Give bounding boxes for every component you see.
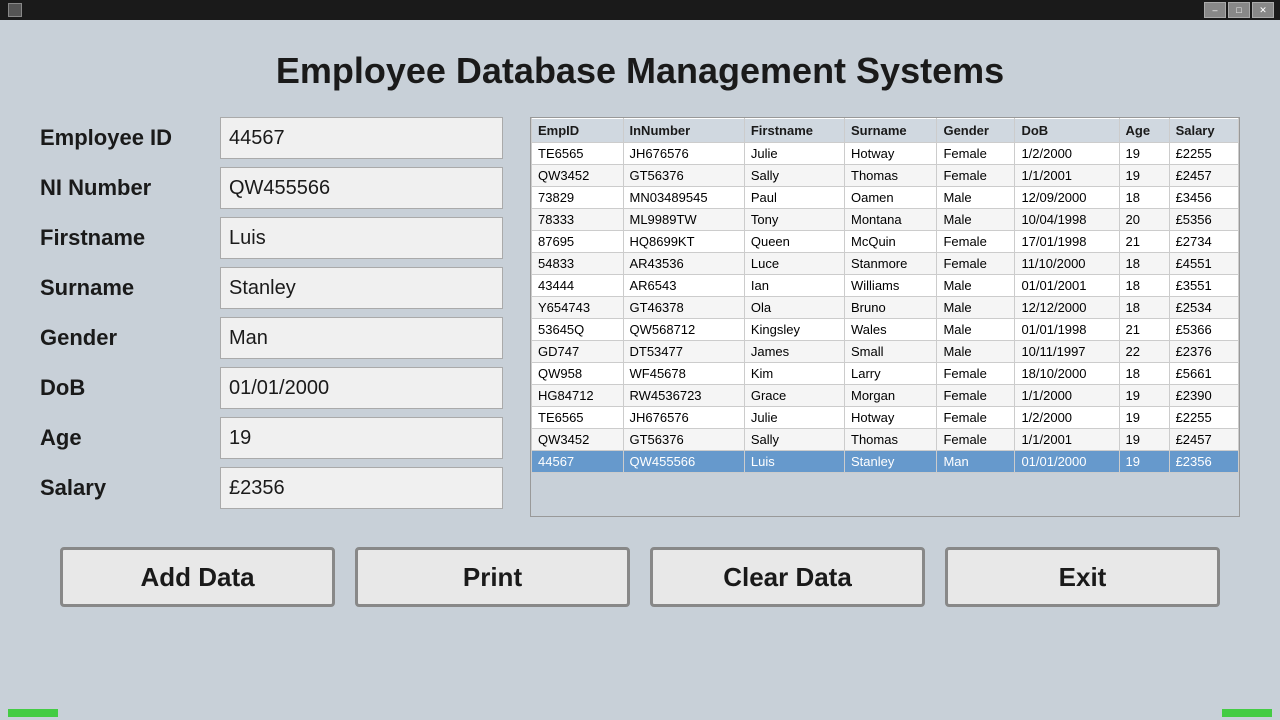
table-row[interactable]: 53645QQW568712KingsleyWalesMale01/01/199… xyxy=(532,319,1239,341)
exit-button[interactable]: Exit xyxy=(945,547,1220,607)
table-header-empid: EmpID xyxy=(532,118,624,142)
close-button[interactable]: ✕ xyxy=(1252,2,1274,18)
ni-number-row: NI Number xyxy=(40,167,500,209)
table-header-gender: Gender xyxy=(937,118,1015,142)
title-bar: – □ ✕ xyxy=(0,0,1280,20)
dob-label: DoB xyxy=(40,375,220,401)
table-row[interactable]: 54833AR43536LuceStanmoreFemale11/10/2000… xyxy=(532,253,1239,275)
firstname-label: Firstname xyxy=(40,225,220,251)
table-row[interactable]: 43444AR6543IanWilliamsMale01/01/200118£3… xyxy=(532,275,1239,297)
salary-row: Salary xyxy=(40,467,500,509)
window-controls[interactable]: – □ ✕ xyxy=(1204,2,1274,18)
dob-row: DoB xyxy=(40,367,500,409)
table-header-surname: Surname xyxy=(845,118,937,142)
surname-input[interactable] xyxy=(220,267,503,309)
table-row[interactable]: QW3452GT56376SallyThomasFemale1/1/200119… xyxy=(532,429,1239,451)
employee-id-input[interactable] xyxy=(220,117,503,159)
table-header-firstname: Firstname xyxy=(744,118,844,142)
age-label: Age xyxy=(40,425,220,451)
table-row[interactable]: TE6565JH676576JulieHotwayFemale1/2/20001… xyxy=(532,143,1239,165)
firstname-input[interactable] xyxy=(220,217,503,259)
salary-input[interactable] xyxy=(220,467,503,509)
table-row[interactable]: 44567QW455566LuisStanleyMan01/01/200019£… xyxy=(532,451,1239,473)
bottom-accent-right xyxy=(1222,709,1272,717)
print-button[interactable]: Print xyxy=(355,547,630,607)
add-data-button[interactable]: Add Data xyxy=(60,547,335,607)
table-header-dob: DoB xyxy=(1015,118,1119,142)
gender-label: Gender xyxy=(40,325,220,351)
surname-label: Surname xyxy=(40,275,220,301)
table-row[interactable]: HG84712RW4536723GraceMorganFemale1/1/200… xyxy=(532,385,1239,407)
employee-table: EmpIDInNumberFirstnameSurnameGenderDoBAg… xyxy=(531,118,1239,473)
age-input[interactable] xyxy=(220,417,503,459)
table-row[interactable]: TE6565JH676576JulieHotwayFemale1/2/20001… xyxy=(532,407,1239,429)
surname-row: Surname xyxy=(40,267,500,309)
table-wrapper[interactable]: EmpIDInNumberFirstnameSurnameGenderDoBAg… xyxy=(531,118,1239,473)
age-row: Age xyxy=(40,417,500,459)
table-row[interactable]: QW958WF45678KimLarryFemale18/10/200018£5… xyxy=(532,363,1239,385)
dob-input[interactable] xyxy=(220,367,503,409)
gender-input[interactable] xyxy=(220,317,503,359)
maximize-button[interactable]: □ xyxy=(1228,2,1250,18)
minimize-button[interactable]: – xyxy=(1204,2,1226,18)
app-title: Employee Database Management Systems xyxy=(0,20,1280,112)
app-icon xyxy=(8,3,22,17)
table-header-age: Age xyxy=(1119,118,1169,142)
main-content: Employee ID NI Number Firstname Surname … xyxy=(0,117,1280,517)
table-row[interactable]: 73829MN03489545PaulOamenMale12/09/200018… xyxy=(532,187,1239,209)
gender-row: Gender xyxy=(40,317,500,359)
table-row[interactable]: QW3452GT56376SallyThomasFemale1/1/200119… xyxy=(532,165,1239,187)
table-row[interactable]: GD747DT53477JamesSmallMale10/11/199722£2… xyxy=(532,341,1239,363)
table-header-salary: Salary xyxy=(1169,118,1238,142)
table-row[interactable]: 78333ML9989TWTonyMontanaMale10/04/199820… xyxy=(532,209,1239,231)
clear-data-button[interactable]: Clear Data xyxy=(650,547,925,607)
ni-number-label: NI Number xyxy=(40,175,220,201)
table-header-innumber: InNumber xyxy=(623,118,744,142)
ni-number-input[interactable] xyxy=(220,167,503,209)
table-row[interactable]: Y654743GT46378OlaBrunoMale12/12/200018£2… xyxy=(532,297,1239,319)
employee-id-row: Employee ID xyxy=(40,117,500,159)
salary-label: Salary xyxy=(40,475,220,501)
table-panel: EmpIDInNumberFirstnameSurnameGenderDoBAg… xyxy=(530,117,1240,517)
button-bar: Add Data Print Clear Data Exit xyxy=(0,517,1280,617)
bottom-accent-left xyxy=(8,709,58,717)
firstname-row: Firstname xyxy=(40,217,500,259)
form-panel: Employee ID NI Number Firstname Surname … xyxy=(40,117,500,517)
employee-id-label: Employee ID xyxy=(40,125,220,151)
bottom-bar xyxy=(0,706,1280,720)
table-row[interactable]: 87695HQ8699KTQueenMcQuinFemale17/01/1998… xyxy=(532,231,1239,253)
